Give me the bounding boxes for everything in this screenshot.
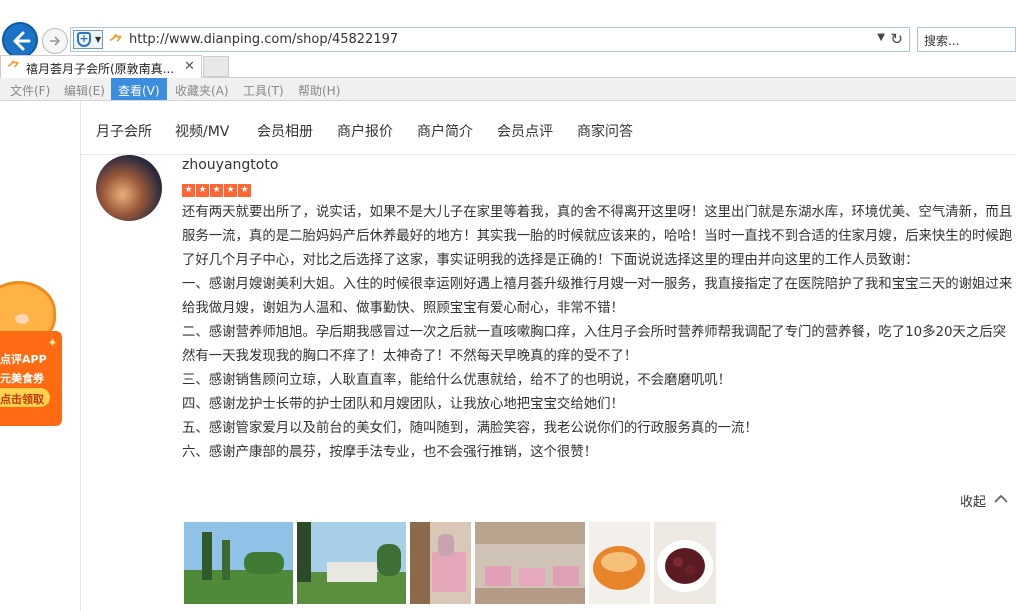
promo-claim-button[interactable]: 点击领取: [0, 388, 50, 407]
tab-active[interactable]: ⺈ 禧月荟月子会所(原敦南真... ✕: [0, 55, 202, 78]
address-dropdown-icon[interactable]: ▼: [877, 32, 885, 43]
review-photo[interactable]: [475, 522, 585, 604]
menu-file[interactable]: 文件(F): [10, 78, 50, 100]
review-username[interactable]: zhouyangtoto: [182, 157, 278, 173]
nav-item-club[interactable]: 月子会所: [96, 121, 152, 141]
refresh-icon[interactable]: ↻: [890, 30, 903, 48]
chevron-down-icon: ▼: [95, 35, 102, 44]
star-icon: ★: [224, 184, 237, 197]
menu-edit[interactable]: 编辑(E): [64, 78, 105, 100]
review-paragraph: 四、感谢龙护士长带的护士团队和月嫂团队，让我放心地把宝宝交给她们！: [182, 397, 624, 412]
menu-tools[interactable]: 工具(T): [243, 78, 284, 100]
menu-help[interactable]: 帮助(H): [298, 78, 340, 100]
close-icon[interactable]: ✕: [184, 59, 195, 74]
promo-card[interactable]: ✦ 点评APP 元美食券 点击领取: [0, 331, 62, 426]
new-tab-button[interactable]: [203, 56, 229, 77]
star-icon: ★: [238, 184, 251, 197]
nav-item-album[interactable]: 会员相册: [257, 121, 313, 141]
menu-favorites[interactable]: 收藏夹(A): [175, 78, 229, 100]
collapse-button[interactable]: 收起: [960, 491, 986, 510]
site-favicon-icon: ⺈: [109, 33, 125, 51]
rating-stars: ★ ★ ★ ★ ★: [182, 177, 252, 197]
review-photo[interactable]: [410, 522, 471, 604]
review-paragraph: 五、感谢管家爱月以及前台的美女们，随叫随到，满脸笑容，我老公说你们的行政服务真的…: [182, 421, 758, 436]
nav-item-video[interactable]: 视频/MV: [175, 121, 229, 141]
divider: [80, 101, 81, 611]
url-text[interactable]: http://www.dianping.com/shop/45822197: [129, 32, 398, 47]
review-paragraph: 三、感谢销售顾问立琼，人耿直直率，能给什么优惠就给，给不了的也明说，不会磨磨叽叽…: [182, 373, 732, 388]
star-icon: ★: [210, 184, 223, 197]
review-paragraph: 六、感谢产康部的晨芬，按摩手法专业，也不会强行推销，这个很赞！: [182, 445, 598, 460]
forward-button[interactable]: [42, 28, 68, 54]
security-shield-button[interactable]: + ▼: [73, 30, 103, 49]
review-photos: [184, 522, 724, 604]
tab-favicon-icon: ⺈: [7, 61, 21, 77]
chevron-up-icon[interactable]: [993, 492, 1009, 504]
tab-strip: ⺈ 禧月荟月子会所(原敦南真... ✕: [0, 55, 1016, 78]
review-photo[interactable]: [184, 522, 293, 604]
address-bar[interactable]: + ▼ ⺈ http://www.dianping.com/shop/45822…: [70, 27, 910, 52]
review-paragraph: 还有两天就要出所了，说实话，如果不是大儿子在家里等着我，真的舍不得离开这里呀！这…: [182, 205, 1013, 268]
menu-view[interactable]: 查看(V): [111, 78, 167, 100]
nav-item-reviews[interactable]: 会员点评: [497, 121, 553, 141]
address-row: + ▼ ⺈ http://www.dianping.com/shop/45822…: [0, 20, 1016, 58]
shield-icon: +: [77, 32, 91, 47]
browser-chrome: + ▼ ⺈ http://www.dianping.com/shop/45822…: [0, 0, 1016, 101]
review-paragraph: 二、感谢营养师旭旭。孕后期我感冒过一次之后就一直咳嗽胸口痒，入住月子会所时营养师…: [182, 325, 1007, 364]
star-icon: ★: [196, 184, 209, 197]
review-photo[interactable]: [654, 522, 716, 604]
menu-bar: 文件(F) 编辑(E) 查看(V) 收藏夹(A) 工具(T) 帮助(H): [0, 78, 1016, 101]
promo-line-1: 点评APP: [0, 353, 47, 366]
back-arrow-icon: [13, 31, 31, 51]
forward-arrow-icon: [50, 36, 61, 46]
nav-item-qa[interactable]: 商家问答: [577, 121, 633, 141]
sparkle-icon: ✦: [47, 336, 58, 351]
star-icon: ★: [182, 184, 195, 197]
nav-item-intro[interactable]: 商户简介: [417, 121, 473, 141]
review-photo[interactable]: [297, 522, 406, 604]
avatar[interactable]: [96, 155, 162, 221]
back-button[interactable]: [2, 22, 38, 58]
nav-item-price[interactable]: 商户报价: [337, 121, 393, 141]
app-promo-widget[interactable]: ✦ 点评APP 元美食券 点击领取: [0, 281, 64, 431]
search-input[interactable]: 搜索...: [917, 27, 1016, 52]
review-photo[interactable]: [589, 522, 650, 604]
tab-title: 禧月荟月子会所(原敦南真...: [26, 62, 175, 76]
review-body: 还有两天就要出所了，说实话，如果不是大儿子在家里等着我，真的舍不得离开这里呀！这…: [182, 201, 1014, 465]
page-content: 月子会所 视频/MV 会员相册 商户报价 商户简介 会员点评 商家问答 ✦ 点评…: [0, 101, 1016, 611]
shop-nav: 月子会所 视频/MV 会员相册 商户报价 商户简介 会员点评 商家问答: [81, 101, 1016, 155]
promo-line-2: 元美食券: [0, 372, 44, 385]
review-paragraph: 一、感谢月嫂谢美利大姐。入住的时候很幸运刚好遇上禧月荟升级推行月嫂一对一服务，我…: [182, 277, 1013, 316]
